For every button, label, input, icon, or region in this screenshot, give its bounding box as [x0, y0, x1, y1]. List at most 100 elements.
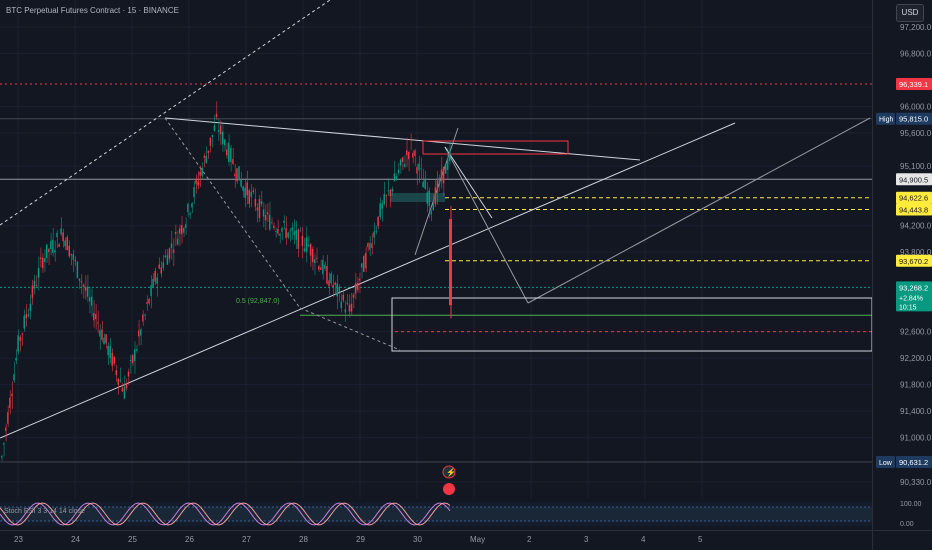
candle-body: [62, 232, 64, 242]
candle-body: [37, 267, 40, 278]
time-tick-label: 26: [185, 535, 194, 544]
candle-body: [297, 229, 300, 249]
candle-body: [127, 371, 130, 377]
price-tick-label: 95,100.0: [900, 162, 932, 171]
candle-body: [193, 187, 195, 198]
candle-body: [383, 194, 385, 205]
candle-body: [13, 374, 15, 381]
candle-body: [389, 189, 392, 196]
symbol-title[interactable]: BTC Perpetual Futures Contract · 15 · BI…: [6, 6, 179, 15]
candle-body: [91, 296, 93, 306]
candle-body: [311, 248, 314, 263]
candle-body: [346, 303, 349, 304]
countdown-text: 10:15: [899, 304, 917, 311]
price-tick-label: 91,800.0: [900, 381, 932, 390]
candle-body: [393, 173, 396, 182]
candle-body: [101, 329, 103, 340]
projection-line: [527, 117, 871, 304]
candle-body: [240, 179, 242, 187]
chart-canvas[interactable]: 97,200.0 96,800.0 96,000.0 95,600.0 95,100.0…: [0, 0, 932, 550]
candle-body: [174, 232, 177, 234]
candle-body: [117, 378, 120, 385]
currency-button[interactable]: USD: [896, 4, 924, 22]
candle-body: [262, 209, 265, 217]
candle-body: [176, 238, 179, 245]
candle-body: [381, 203, 383, 209]
price-tick-label: 90,330.0: [900, 478, 932, 487]
candle-body: [213, 125, 216, 131]
oscillator-label[interactable]: Stoch RSI 3 3 14 14 close: [4, 508, 85, 515]
candle-body: [440, 169, 443, 181]
candle-body: [426, 192, 428, 204]
candle-body: [133, 349, 136, 362]
candle-body: [371, 243, 373, 248]
candle-body: [70, 253, 72, 256]
candle-body: [166, 255, 169, 265]
candle-body: [316, 257, 318, 259]
candle-body: [76, 261, 79, 278]
candle-body: [27, 314, 30, 317]
candle-body: [97, 322, 99, 324]
price-label-text: 94,900.5: [899, 175, 928, 184]
candle-body: [60, 228, 62, 235]
candle-body: [203, 155, 205, 158]
candle-body: [11, 393, 13, 397]
candle-body: [80, 281, 83, 283]
candle-body: [52, 239, 54, 254]
candle-body: [221, 131, 224, 145]
candle-body: [9, 397, 11, 408]
event-flag-icon[interactable]: [443, 483, 455, 495]
candle-body: [324, 264, 326, 269]
chart-area[interactable]: 97,200.0 96,800.0 96,000.0 95,600.0 95,100.0…: [0, 0, 932, 550]
candle-body: [277, 228, 279, 234]
candle-body: [361, 263, 363, 268]
candle-body: [197, 181, 199, 186]
candle-body: [379, 203, 381, 217]
candle-body: [158, 264, 160, 269]
candle-body: [242, 186, 244, 191]
time-tick-label: 5: [698, 535, 703, 544]
time-tick-label: 4: [641, 535, 646, 544]
candle-body: [15, 357, 17, 361]
candle-body: [228, 142, 230, 162]
price-tick-label: 92,200.0: [900, 354, 932, 363]
oscillator-tick-label: 100.00: [900, 501, 922, 508]
candle-body: [223, 139, 226, 146]
dotted-diagonal: [164, 117, 301, 309]
candle-body: [25, 314, 27, 319]
candle-body: [168, 248, 171, 259]
upper-dotted-channel: [0, 0, 331, 226]
candle-body: [254, 199, 257, 207]
candle-body: [3, 443, 5, 445]
candle-body: [420, 168, 422, 170]
candle-body: [387, 190, 390, 192]
candle-body: [275, 230, 277, 232]
time-tick-label: May: [470, 535, 485, 544]
candle-body: [207, 150, 210, 153]
candle-body: [283, 220, 285, 223]
candle-body: [412, 152, 414, 158]
candle-body: [215, 113, 218, 118]
candle-body: [113, 356, 115, 364]
candle-body: [191, 203, 193, 208]
candle-body: [144, 314, 146, 316]
price-label-text: 94,622.6: [899, 194, 928, 203]
candle-body: [438, 177, 441, 184]
candle-body: [58, 244, 60, 247]
candle-body: [442, 167, 445, 184]
candle-body: [136, 349, 138, 351]
time-tick-label: 24: [71, 535, 80, 544]
candle-body: [264, 215, 267, 221]
candle-body: [332, 285, 334, 288]
candle-body: [150, 285, 152, 297]
candle-body: [309, 244, 312, 256]
candle-body: [238, 166, 240, 181]
candle-body: [271, 222, 273, 224]
descending-trendline: [164, 117, 641, 161]
candle-body: [365, 253, 367, 269]
candle-body: [17, 335, 19, 352]
candle-body: [399, 159, 402, 166]
candle-body: [219, 125, 222, 135]
candle-body: [115, 370, 117, 376]
projection-line: [444, 146, 529, 304]
